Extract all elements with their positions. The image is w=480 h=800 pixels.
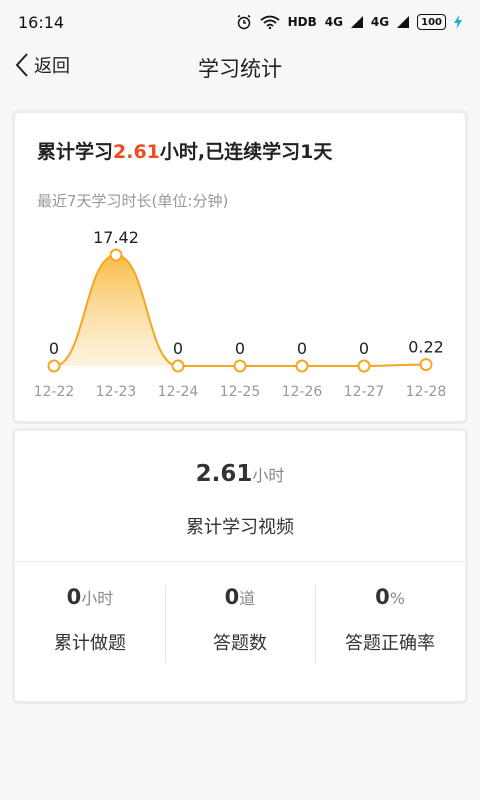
wifi-icon [260,15,280,29]
chart-value-label: 17.42 [93,228,139,247]
video-value: 2.61 [195,461,253,487]
back-button[interactable]: 返回 [14,52,70,78]
chart-point [171,359,185,373]
chart-value-label: 0.22 [408,338,444,357]
alarm-icon [237,14,251,30]
summary-middle: 小时,已连续学习 [159,141,301,163]
stat-label: 答题数 [213,633,267,654]
chart-x-tick-label: 12-24 [158,384,199,400]
stat-value: 0 [66,585,82,609]
chart-x-tick-label: 12-23 [96,384,137,400]
signal-1: 4G [324,15,343,29]
chart-x-tick-label: 12-27 [344,384,385,400]
chart-point [233,359,247,373]
chart-point [47,359,61,373]
status-bar: 16:14 HDB 4G 4G 100 [0,0,480,44]
stat-value: 0 [375,585,390,609]
chart-value-label: 0 [173,339,183,358]
chart-value-label: 0 [297,339,307,358]
chart-point [295,359,309,373]
chart-x-tick-label: 12-26 [282,384,323,400]
signal-icon-2 [397,16,410,28]
chart-point [109,248,123,262]
chart-x-tick-label: 12-25 [220,384,261,400]
stat-value: 0 [224,585,240,609]
signal-icon [350,16,363,28]
signal-2: 4G [370,15,390,29]
chart-value-label: 0 [359,339,369,358]
page-title: 学习统计 [198,57,282,81]
summary-days: 1天 [300,141,333,163]
summary-hours: 2.61 [113,141,160,163]
chart-x-tick-label: 12-22 [34,384,75,400]
network-label: HDB [287,15,317,29]
stat-label: 答题正确率 [345,633,435,654]
chart-x-tick-label: 12-28 [406,384,447,400]
stats-row: 0小时 累计做题 0道 答题数 0% 答题正确率 [15,585,465,663]
stat-unit: 道 [239,589,256,608]
status-icons: HDB 4G 4G 100 [236,14,462,30]
status-time: 16:14 [18,12,65,32]
stat-unit: % [389,589,405,608]
study-duration-chart: 0 12-22 17.42 12-23 0 12-24 0 12-25 0 12-26 0 12-27… [34,228,447,400]
stats-card: 2.61小时 累计学习视频 0小时 累计做题 0道 答题数 0% 答题正确率 [12,428,468,704]
video-unit: 小时 [252,466,285,485]
battery-icon: 100 [417,14,446,30]
video-total: 2.61小时 [15,461,465,487]
divider [15,561,465,562]
stat-accuracy: 0% 答题正确率 [315,585,465,663]
stat-unit: 小时 [81,589,114,608]
chevron-left-icon [15,53,28,77]
study-time-card: 累计学习2.61小时,已连续学习1天 最近7天学习时长(单位:分钟) 0 12-2… [12,110,468,424]
study-summary: 累计学习2.61小时,已连续学习1天 [37,137,332,164]
stat-answers: 0道 答题数 [165,585,315,663]
summary-prefix: 累计学习 [37,141,114,163]
video-label: 累计学习视频 [186,517,294,538]
chart-label: 最近7天学习时长(单位:分钟) [37,192,229,210]
stat-questions: 0小时 累计做题 [15,585,165,655]
chart-point [419,358,433,372]
back-label: 返回 [34,56,70,77]
chart-value-label: 0 [235,339,245,358]
charging-icon [454,15,462,29]
chart-point [357,359,371,373]
stat-label: 累计做题 [54,633,126,654]
nav-bar: 返回 学习统计 [0,44,480,92]
chart-value-label: 0 [49,339,59,358]
